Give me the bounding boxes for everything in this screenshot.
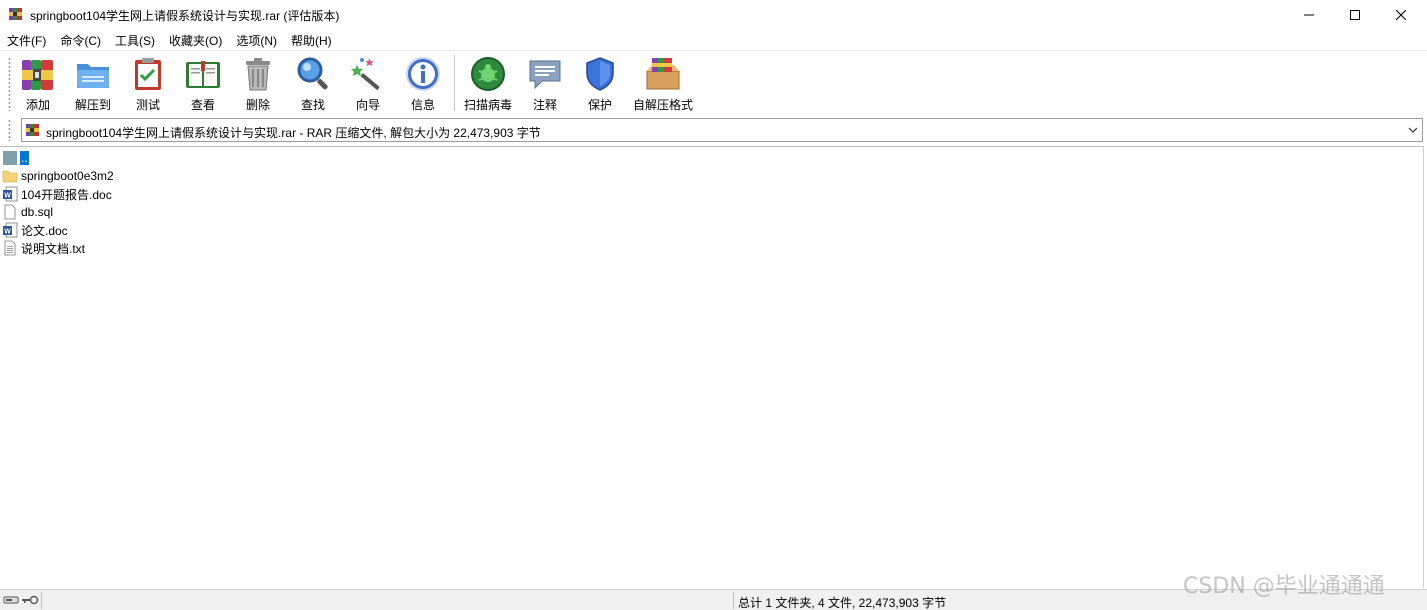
toolbar: 添加 解压到 测试 查看 删除 查找 向导 信息 扫描病毒 注释 保护 自解压格…	[0, 50, 1427, 116]
maximize-button[interactable]	[1332, 0, 1378, 29]
delete-label: 删除	[245, 98, 270, 112]
test-label: 测试	[135, 98, 160, 112]
list-item[interactable]: W 104开题报告.doc	[2, 185, 113, 203]
delete-trash-icon	[246, 58, 270, 91]
comment-label: 注释	[532, 98, 557, 112]
status-divider	[733, 592, 734, 609]
comment-icon	[529, 60, 561, 90]
menu-tools[interactable]: 工具(S)	[108, 30, 162, 49]
status-divider	[41, 592, 42, 609]
menu-file[interactable]: 文件(F)	[0, 30, 53, 49]
file-name: ..	[20, 151, 29, 165]
comment-button[interactable]: 注释	[526, 55, 564, 113]
virus-scan-label: 扫描病毒	[463, 98, 512, 112]
find-label: 查找	[300, 98, 325, 112]
text-file-icon	[4, 240, 16, 256]
file-name: db.sql	[21, 205, 54, 219]
watermark: CSDN @毕业通通通	[1183, 574, 1385, 599]
svg-text:W: W	[4, 193, 11, 200]
toolbar-separator	[454, 55, 455, 111]
view-label: 查看	[190, 98, 215, 112]
extract-to-folder-icon	[77, 64, 109, 88]
file-list[interactable]: .. springboot0e3m2 W 104开题报告.doc db.sql …	[0, 146, 1424, 588]
extract-to-label: 解压到	[74, 98, 111, 112]
add-label: 添加	[25, 98, 50, 112]
extract-to-button[interactable]: 解压到	[70, 55, 116, 113]
parent-folder-icon	[3, 151, 17, 165]
delete-button[interactable]: 删除	[239, 55, 277, 113]
sfx-box-icon	[646, 58, 680, 90]
winrar-icon	[9, 8, 22, 20]
drive-icon[interactable]	[3, 593, 19, 607]
menu-help[interactable]: 帮助(H)	[284, 30, 339, 49]
file-name: springboot0e3m2	[21, 169, 114, 183]
info-button[interactable]: 信息	[404, 55, 442, 113]
list-item[interactable]: W 论文.doc	[2, 221, 69, 239]
address-path: springboot104学生网上请假系统设计与实现.rar - RAR 压缩文…	[46, 126, 541, 140]
wizard-button[interactable]: 向导	[349, 55, 387, 113]
window-title: springboot104学生网上请假系统设计与实现.rar (评估版本)	[30, 9, 340, 23]
folder-icon	[2, 170, 18, 183]
sfx-label: 自解压格式	[632, 98, 693, 112]
minimize-icon	[1304, 14, 1314, 15]
winrar-icon	[26, 124, 39, 136]
info-icon	[406, 57, 440, 91]
file-name: 论文.doc	[21, 223, 68, 238]
status-icons	[3, 593, 39, 607]
minimize-button[interactable]	[1286, 0, 1332, 29]
address-bar[interactable]: springboot104学生网上请假系统设计与实现.rar - RAR 压缩文…	[21, 118, 1423, 142]
list-item[interactable]: db.sql	[2, 203, 54, 221]
protect-button[interactable]: 保护	[581, 55, 619, 113]
key-icon[interactable]	[21, 593, 39, 607]
add-archive-icon	[22, 60, 53, 90]
word-doc-icon: W	[3, 186, 18, 202]
find-magnifier-icon	[297, 57, 328, 90]
virus-scan-icon	[471, 57, 505, 91]
test-clipboard-icon	[135, 58, 161, 90]
blank-file-icon	[4, 204, 16, 220]
wizard-wand-icon	[351, 58, 380, 90]
menu-favorites[interactable]: 收藏夹(O)	[162, 30, 229, 49]
sfx-button[interactable]: 自解压格式	[632, 55, 694, 113]
toolbar-grip[interactable]	[8, 57, 11, 111]
close-button[interactable]	[1378, 0, 1424, 29]
status-summary: 总计 1 文件夹, 4 文件, 22,473,903 字节	[738, 596, 947, 610]
view-book-icon	[186, 61, 220, 88]
title-bar: springboot104学生网上请假系统设计与实现.rar (评估版本)	[0, 0, 1427, 29]
address-grip[interactable]	[8, 119, 11, 141]
add-button[interactable]: 添加	[19, 55, 57, 113]
wizard-label: 向导	[355, 98, 380, 112]
file-name: 104开题报告.doc	[21, 187, 112, 202]
test-button[interactable]: 测试	[129, 55, 167, 113]
menu-commands[interactable]: 命令(C)	[53, 30, 108, 49]
menu-options[interactable]: 选项(N)	[229, 30, 284, 49]
list-item[interactable]: 说明文档.txt	[2, 239, 86, 257]
view-button[interactable]: 查看	[181, 55, 225, 113]
list-item[interactable]: springboot0e3m2	[2, 167, 115, 185]
close-icon	[1396, 9, 1406, 20]
svg-text:W: W	[4, 229, 11, 236]
word-doc-icon: W	[3, 222, 18, 238]
list-item[interactable]: ..	[2, 149, 29, 167]
virus-scan-button[interactable]: 扫描病毒	[462, 55, 514, 113]
maximize-icon	[1350, 9, 1360, 20]
file-name: 说明文档.txt	[21, 241, 86, 256]
chevron-down-icon[interactable]	[1407, 124, 1419, 136]
protect-shield-icon	[586, 57, 614, 91]
protect-label: 保护	[587, 98, 612, 112]
info-label: 信息	[410, 98, 435, 112]
find-button[interactable]: 查找	[294, 55, 332, 113]
menu-bar: 文件(F) 命令(C) 工具(S) 收藏夹(O) 选项(N) 帮助(H)	[0, 30, 339, 49]
